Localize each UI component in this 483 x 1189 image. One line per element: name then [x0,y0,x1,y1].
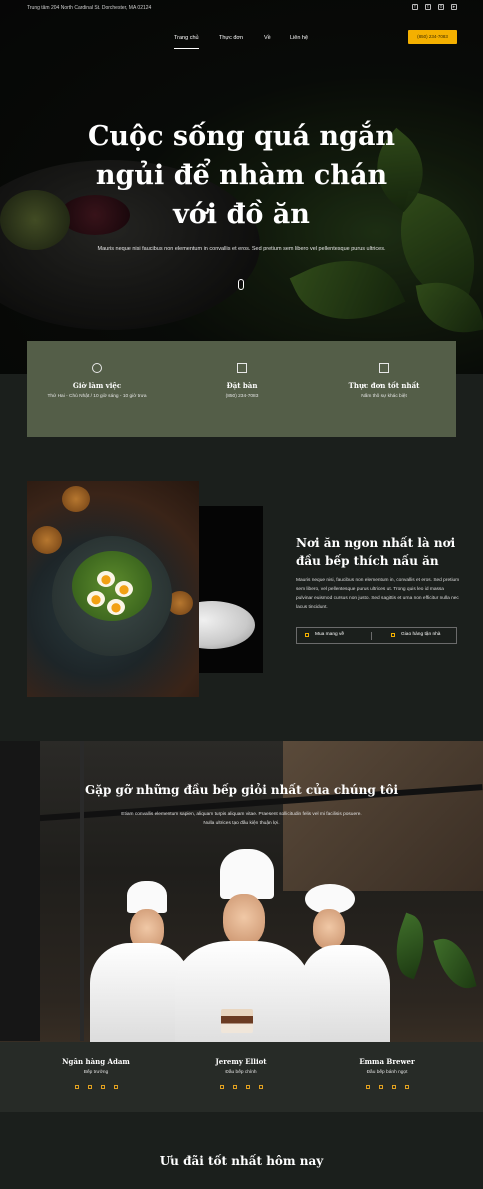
info-item-menu: Thực đơn tốt nhất Nấm thô sự khác biệt [314,363,454,401]
facebook-icon[interactable] [365,1085,370,1089]
linkedin-icon[interactable] [113,1085,118,1089]
takeaway-button[interactable]: Mua mang về [305,632,344,637]
info-item-hours: Giờ làm việc Thứ Hai - Chủ Nhật / 10 giờ… [27,363,167,401]
hero-subtitle: Mauris neque nisi faucibus non elementum… [97,246,386,252]
chefs-subtitle: Etiam convallis elementum sapien, aliqua… [121,812,362,826]
chef-jeremy-image [175,849,310,1051]
hero-title-line: Cuộc sống quá ngắn [87,121,396,152]
chef-coat [175,941,310,1051]
twitter-icon[interactable] [232,1085,237,1089]
chef-card: Jeremy Elliot Đầu bếp chính [181,1057,301,1089]
instagram-icon[interactable] [245,1085,250,1089]
clock-icon [92,363,102,373]
chef-face [223,894,265,946]
cookie-image [32,526,62,554]
facebook-icon[interactable] [219,1085,224,1089]
plant-image [433,933,477,994]
phone-button[interactable]: (850) 234-7083 [408,30,457,44]
instagram-icon[interactable] [391,1085,396,1089]
nav-item-menu[interactable]: Thực đơn [219,35,243,41]
chef-emma-image [295,881,395,1043]
egg-image [87,591,105,607]
social-links: f t o ▸ [412,4,457,10]
delivery-label: Giao hàng tận nhà [401,632,441,637]
chef-card: Emma Brewer Đầu bếp bánh ngọt [327,1057,447,1089]
info-title: Đặt bàn [226,381,258,390]
chef-name: Ngân hàng Adam [62,1057,130,1066]
bowl-image [199,601,255,649]
chef-face [313,909,345,949]
about-buttons: Mua mang về Giao hàng tận nhà [296,627,457,644]
twitter-icon[interactable]: t [425,4,431,10]
hero-section: Trung tâm 204 North Cardinal St. Dorches… [0,0,483,374]
instagram-icon[interactable]: o [438,4,444,10]
info-text: (850) 234-7083 [225,394,259,399]
about-text: Mauris neque nisi, faucibus non elementu… [296,578,460,610]
hero-title-line: ngủi để nhàm chán [95,160,388,191]
nav-item-home[interactable]: Trang chủ [174,35,199,49]
info-title: Giờ làm việc [72,381,122,390]
about-image-primary [27,481,199,697]
chef-coat [300,945,390,1043]
about-title: Nơi ăn ngon nhất là nơi đầu bếp thích nấ… [296,536,456,568]
linkedin-icon[interactable] [404,1085,409,1089]
divider [371,632,372,640]
info-panel: Giờ làm việc Thứ Hai - Chủ Nhật / 10 giờ… [27,341,456,437]
truck-icon [391,632,395,637]
cookie-image [62,486,90,512]
menu-board-icon [379,363,389,373]
chef-name: Emma Brewer [359,1057,415,1066]
delivery-button[interactable]: Giao hàng tận nhà [391,632,440,637]
chef-role: Bếp trưởng [83,1070,109,1075]
book-icon [237,363,247,373]
hero-title-line: với đồ ăn [173,199,310,230]
egg-image [115,581,133,597]
info-item-reservation: Đặt bàn (850) 234-7083 [172,363,312,401]
top-bar: Trung tâm 204 North Cardinal St. Dorches… [0,0,483,18]
bag-icon [305,632,309,637]
chef-social-links [327,1085,447,1089]
nav-item-about[interactable]: Về [264,35,271,41]
nav-item-contact[interactable]: Liên hệ [290,35,308,41]
chef-name: Jeremy Elliot [215,1057,267,1066]
chefs-title: Gặp gỡ những đầu bếp giỏi nhất của chúng… [84,783,399,797]
youtube-icon[interactable]: ▸ [451,4,457,10]
info-title: Thực đơn tốt nhất [348,381,420,390]
chef-card: Ngân hàng Adam Bếp trưởng [36,1057,156,1089]
facebook-icon[interactable] [74,1085,79,1089]
address-text: Trung tâm 204 North Cardinal St. Dorches… [27,5,152,11]
egg-image [107,599,125,615]
cake-image [221,1009,253,1033]
offers-title: Ưu đãi tốt nhất hôm nay [159,1154,324,1168]
chef-role: Đầu bếp chính [225,1070,257,1075]
chef-hat [220,849,274,899]
takeaway-label: Mua mang về [315,632,345,637]
hero-title: Cuộc sống quá ngắn ngủi để nhàm chán với… [60,117,423,234]
chef-social-links [181,1085,301,1089]
about-image-secondary [199,506,263,673]
instagram-icon[interactable] [100,1085,105,1089]
info-text: Thứ Hai - Chủ Nhật / 10 giờ sáng - 10 gi… [47,394,147,399]
scroll-indicator-icon[interactable] [238,279,244,290]
info-text: Nấm thô sự khác biệt [361,394,407,399]
twitter-icon[interactable] [378,1085,383,1089]
chef-role: Đầu bếp bánh ngọt [366,1070,408,1075]
twitter-icon[interactable] [87,1085,92,1089]
chef-social-links [36,1085,156,1089]
linkedin-icon[interactable] [258,1085,263,1089]
facebook-icon[interactable]: f [412,4,418,10]
egg-image [97,571,115,587]
